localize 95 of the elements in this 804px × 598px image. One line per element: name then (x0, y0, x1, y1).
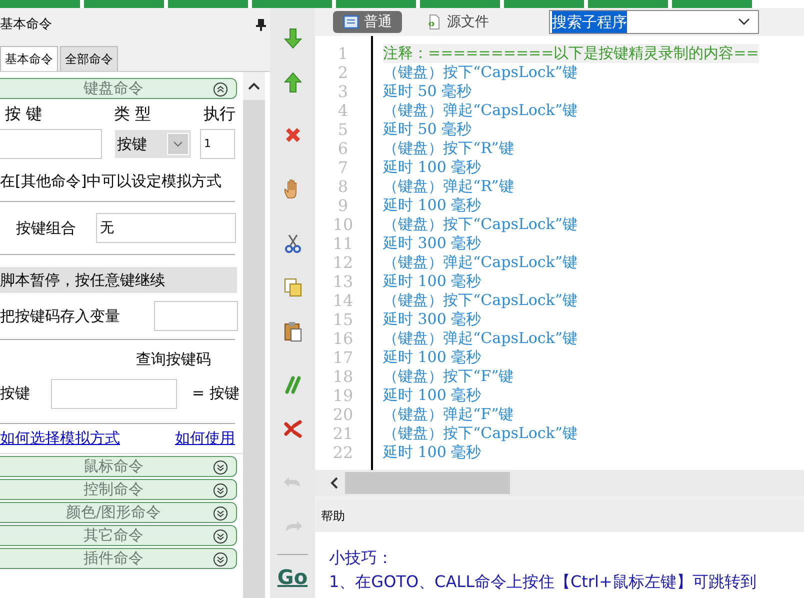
combo-field[interactable]: 无 (96, 213, 236, 243)
code-line: （键盘）弹起“CapsLock”键 (383, 253, 579, 272)
collapse-icon[interactable] (213, 82, 228, 97)
search-combobox[interactable]: 搜索子程序 (549, 10, 759, 34)
code-line: （键盘）按下“F”键 (383, 367, 515, 386)
tip-text: 1、在GOTO、CALL命令上按住【Ctrl+鼠标左键】可跳转到 (329, 571, 758, 593)
line-number: 17 (332, 348, 354, 367)
line-number: 6 (336, 139, 350, 158)
column-label: 执行 (203, 103, 236, 125)
key-label: 按键 (0, 383, 31, 404)
dropdown-icon (738, 18, 750, 26)
expand-icon[interactable] (213, 506, 228, 520)
line-number: 1 (336, 44, 350, 63)
exec-count-input[interactable]: 1 (200, 129, 235, 159)
key-input[interactable] (0, 129, 102, 159)
column-label: 按 键 (4, 103, 44, 125)
type-select[interactable]: 按键 (115, 130, 191, 158)
section-header[interactable]: 键盘命令 (0, 78, 237, 99)
code-line: （键盘）按下“R”键 (383, 139, 515, 158)
arrow-down-icon[interactable] (282, 26, 304, 49)
code-file-icon (426, 14, 442, 30)
line-number: 5 (336, 120, 350, 139)
line-number: 9 (336, 196, 350, 215)
code-line: 延时 100 毫秒 (383, 348, 482, 367)
section-header[interactable]: 其它命令 (0, 524, 237, 546)
line-number: 10 (332, 215, 354, 234)
panel-title: 基本命令 (0, 16, 52, 34)
variable-field[interactable] (154, 301, 238, 331)
line-number: 21 (332, 424, 354, 443)
horizontal-scrollbar[interactable] (315, 470, 804, 496)
expand-icon[interactable] (213, 460, 228, 474)
code-line: 延时 100 毫秒 (383, 386, 482, 405)
dropdown-icon (173, 141, 183, 147)
line-number: 7 (336, 158, 350, 177)
code-line: 延时 100 毫秒 (383, 272, 482, 291)
section-header[interactable]: 插件命令 (0, 548, 237, 568)
line-number: 14 (332, 291, 354, 310)
document-icon (343, 15, 359, 29)
line-number: 18 (332, 367, 354, 386)
query-title: 查询按键码 (136, 349, 212, 370)
line-number: 20 (332, 405, 354, 424)
section-header[interactable]: 鼠标命令 (0, 456, 237, 476)
code-line: 延时 100 毫秒 (383, 158, 482, 177)
copy-icon[interactable] (282, 276, 304, 298)
line-number: 2 (336, 63, 350, 82)
tip-heading: 小技巧： (329, 547, 394, 569)
line-number: 4 (336, 101, 350, 120)
expand-icon[interactable] (213, 528, 228, 544)
section-header[interactable]: 颜色/图形命令 (0, 502, 237, 522)
line-number: 11 (332, 234, 354, 253)
scrollbar[interactable] (243, 72, 265, 598)
code-line: 延时 100 毫秒 (383, 196, 482, 215)
code-line: 延时 100 毫秒 (383, 443, 482, 462)
view-tab[interactable]: 普通 (333, 11, 402, 33)
expand-icon[interactable] (213, 482, 228, 498)
line-number: 19 (332, 386, 354, 405)
line-number: 22 (332, 443, 354, 462)
scroll-up-icon[interactable] (248, 82, 260, 90)
code-line: （键盘）按下“CapsLock”键 (383, 63, 579, 82)
code-line: （键盘）弹起“CapsLock”键 (383, 329, 579, 348)
pin-icon[interactable] (256, 19, 266, 31)
panel-tab[interactable]: 全部命令 (60, 46, 118, 71)
line-number: 13 (332, 272, 354, 291)
code-line: （键盘）按下“CapsLock”键 (383, 215, 579, 234)
code-line: 延时 50 毫秒 (383, 82, 473, 101)
hint-text: 在[其他命令]中可以设定模拟方式 (0, 170, 223, 192)
expand-icon[interactable] (213, 552, 228, 566)
code-line: 延时 300 毫秒 (383, 234, 482, 253)
panel-tab[interactable]: 基本命令 (0, 46, 58, 71)
code-line: （键盘）按下“CapsLock”键 (383, 291, 579, 310)
code-line: 延时 50 毫秒 (383, 120, 473, 139)
code-line: （键盘）弹起“R”键 (383, 177, 515, 196)
key-code-field[interactable] (51, 378, 177, 408)
store-label: 把按键码存入变量 (0, 306, 121, 327)
line-number: 8 (336, 177, 350, 196)
code-line: （键盘）弹起“CapsLock”键 (383, 101, 579, 120)
help-link[interactable]: 如何选择模拟方式 (0, 426, 120, 450)
key-code-result: = 按键 (192, 383, 240, 404)
combo-label: 按键组合 (15, 218, 77, 239)
code-line: 延时 300 毫秒 (383, 310, 482, 329)
line-number: 3 (336, 82, 350, 101)
code-line: （键盘）弹起“F”键 (383, 405, 515, 424)
goto-tool[interactable]: Go (277, 562, 308, 592)
section-header[interactable]: 控制命令 (0, 478, 237, 500)
code-line: （键盘）按下“CapsLock”键 (383, 424, 579, 443)
clipboard-icon[interactable] (282, 320, 304, 342)
scroll-left-icon[interactable] (329, 477, 339, 489)
line-number: 15 (332, 310, 354, 329)
help-link[interactable]: 如何使用 (175, 426, 235, 450)
line-number: 16 (332, 329, 354, 348)
column-label: 类 型 (114, 103, 152, 125)
pause-option[interactable]: 脚本暂停，按任意键继续 (0, 267, 237, 293)
arrow-up-icon[interactable] (282, 70, 304, 93)
view-tab[interactable]: 源文件 (416, 11, 499, 33)
line-number: 12 (332, 253, 354, 272)
